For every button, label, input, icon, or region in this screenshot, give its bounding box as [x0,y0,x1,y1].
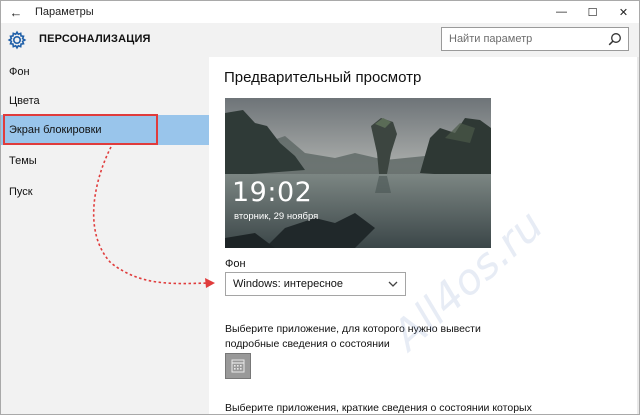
background-label: Фон [225,258,246,270]
window-controls: — ☐ ✕ [546,1,639,23]
background-dropdown-value: Windows: интересное [233,278,344,290]
sidebar-item-themes[interactable]: Темы [1,146,209,176]
minimize-icon: — [556,6,567,18]
chevron-down-icon [388,281,398,287]
preview-heading: Предварительный просмотр [224,69,422,86]
minimize-button[interactable]: — [546,1,577,23]
preview-date: вторник, 29 ноября [234,211,319,222]
main-content: Предварительный просмотр 19:02 вторник, … [209,57,639,414]
landscape-image [225,98,491,248]
settings-window: ← Параметры — ☐ ✕ ПЕРСОНАЛИЗАЦИЯ Найти п… [0,0,640,415]
detailed-status-app-button[interactable] [225,353,251,379]
quick-status-label: Выберите приложения, краткие сведения о … [225,402,532,414]
preview-time: 19:02 [232,177,313,208]
sidebar-item-start[interactable]: Пуск [1,177,209,207]
detailed-status-label: Выберите приложение, для которого нужно … [225,323,481,350]
scrollbar-track[interactable] [637,57,639,414]
search-icon[interactable] [608,32,622,46]
back-arrow-icon: ← [9,4,23,20]
title-bar: ← Параметры — ☐ ✕ [1,1,639,23]
calendar-icon [231,359,245,373]
sidebar-item-colors[interactable]: Цвета [1,86,209,116]
sidebar: Фон Цвета Экран блокировки Темы Пуск [1,57,209,414]
annotation-highlight-box [3,114,158,145]
maximize-icon: ☐ [587,6,598,19]
background-dropdown[interactable]: Windows: интересное [225,272,406,296]
gear-icon [7,30,27,50]
window-title: Параметры [35,6,94,18]
search-input[interactable] [442,28,602,50]
page-header: ПЕРСОНАЛИЗАЦИЯ [1,23,639,57]
maximize-button[interactable]: ☐ [577,1,608,23]
page-title: ПЕРСОНАЛИЗАЦИЯ [39,33,151,45]
sidebar-item-background[interactable]: Фон [1,57,209,87]
search-box[interactable] [441,27,629,51]
close-icon: ✕ [618,6,629,19]
back-button[interactable]: ← [1,1,31,23]
lock-screen-preview: 19:02 вторник, 29 ноября [225,98,491,248]
close-button[interactable]: ✕ [608,1,639,23]
